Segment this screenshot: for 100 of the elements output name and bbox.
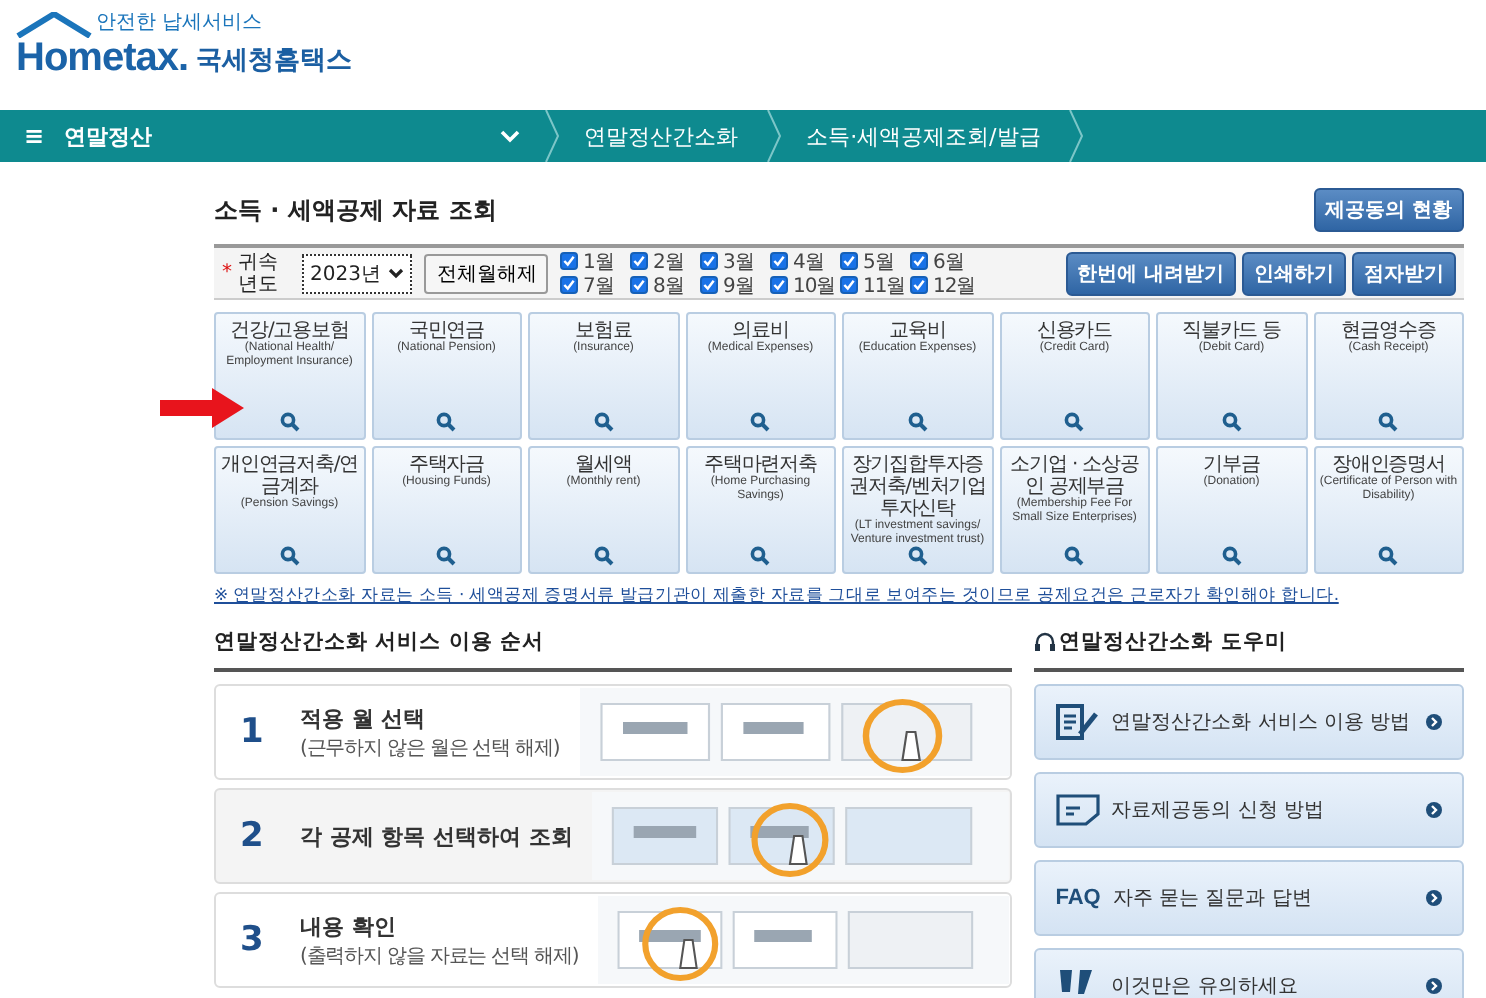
month-checkbox[interactable] (770, 276, 789, 294)
month-checkbox[interactable] (630, 252, 649, 270)
month-label: 10월 (792, 273, 836, 299)
menu-title[interactable]: 연말정산 (64, 121, 501, 151)
month-checkbox[interactable] (560, 252, 579, 270)
document-icon (1055, 794, 1100, 826)
month-label: 5월 (862, 249, 894, 275)
month-label: 7월 (582, 273, 614, 299)
breadcrumb-link[interactable]: 연말정산간소화 (560, 121, 767, 151)
step-title: 적용 월 선택 (300, 703, 428, 733)
category-title: 주택자금 (408, 454, 485, 476)
chevron-right-icon (1426, 978, 1442, 994)
search-icon[interactable] (750, 546, 771, 566)
category-title: 소기업 · 소상공인 공제부금 (1008, 454, 1141, 498)
action-button[interactable]: 한번에 내려받기 (1065, 251, 1236, 295)
month-checkbox[interactable] (630, 276, 649, 294)
search-icon[interactable] (907, 412, 928, 432)
search-icon[interactable] (907, 546, 928, 566)
category-title: 교육비 (889, 320, 946, 342)
chevron-right-icon (1426, 802, 1442, 818)
category-title: 월세액 (575, 454, 632, 476)
month-label: 11월 (862, 273, 906, 299)
help-link[interactable]: FAQ 자주 묻는 질문과 답변 (1033, 860, 1464, 936)
search-icon[interactable] (1221, 412, 1242, 432)
month-label: 6월 (932, 249, 964, 275)
category-title: 건강/고용보험 (230, 320, 349, 342)
breadcrumb-link[interactable]: 소득·세액공제조회/발급 (782, 121, 1069, 151)
breadcrumb-separator-icon (544, 110, 561, 162)
chevron-down-icon[interactable] (500, 129, 521, 143)
notice-link[interactable]: ※ 연말정산간소화 자료는 소득 · 세액공제 증명서류 발급기관이 제출한 자료를 그대로 보여주는 것이므로 공제요건은 근로자가 확인해야 합니다. (214, 584, 1464, 608)
chevron-right-icon (1426, 714, 1442, 730)
hometax-logo[interactable]: Hometax. (16, 36, 189, 82)
month-label: 2월 (652, 249, 684, 275)
menu-icon[interactable]: ≡ (24, 122, 45, 150)
search-icon[interactable] (593, 412, 614, 432)
breadcrumb-separator-icon (766, 110, 783, 162)
month-checkbox[interactable] (770, 252, 789, 270)
faq-label: FAQ (1055, 886, 1101, 910)
year-label: 귀속년도 (238, 251, 280, 295)
search-icon[interactable] (1378, 546, 1399, 566)
chevron-right-icon (1426, 890, 1442, 906)
month-label: 3월 (722, 249, 754, 275)
category-title: 장애인증명서 (1332, 454, 1445, 476)
step-title: 내용 확인 (300, 911, 398, 941)
search-icon[interactable] (593, 546, 614, 566)
category-title: 현금영수증 (1341, 320, 1436, 342)
help-link[interactable]: 연말정산간소화 서비스 이용 방법 (1033, 684, 1464, 760)
category-title: 직불카드 등 (1181, 320, 1282, 342)
category-title: 국민연금 (408, 320, 485, 342)
chevron-down-icon (388, 267, 405, 279)
guide-title: 연말정산간소화 서비스 이용 순서 (214, 628, 1012, 672)
category-title: 보험료 (575, 320, 632, 342)
search-icon[interactable] (1064, 412, 1085, 432)
category-title: 장기집합투자증권저축/벤처기업투자신탁 (846, 454, 989, 520)
house-roof-icon (16, 12, 92, 38)
search-icon[interactable] (750, 412, 771, 432)
month-checkbox[interactable] (840, 252, 859, 270)
month-label: 9월 (722, 273, 754, 299)
search-icon[interactable] (279, 546, 300, 566)
month-checkbox[interactable] (910, 252, 929, 270)
action-button[interactable]: 점자받기 (1352, 251, 1456, 295)
toggle-all-months-button[interactable]: 전체월해제 (424, 253, 549, 293)
step-number: 1 (240, 712, 266, 752)
category-title: 신용카드 (1036, 320, 1113, 342)
action-button[interactable]: 인쇄하기 (1242, 251, 1346, 295)
category-title: 의료비 (732, 320, 789, 342)
search-icon[interactable] (436, 412, 457, 432)
category-title: 기부금 (1203, 454, 1260, 476)
step-subtitle: (근무하지 않은 월은 선택 해제) (300, 735, 560, 761)
help-link[interactable]: 자료제공동의 신청 방법 (1033, 772, 1464, 848)
help-link-label: 연말정산간소화 서비스 이용 방법 (1111, 710, 1413, 736)
search-icon[interactable] (1064, 546, 1085, 566)
breadcrumb-separator-icon (1068, 110, 1085, 162)
step-number: 2 (240, 816, 266, 856)
search-icon[interactable] (436, 546, 457, 566)
month-label: 12월 (932, 273, 976, 299)
month-checkbox[interactable] (910, 276, 929, 294)
search-icon[interactable] (279, 412, 300, 432)
category-title: 주택마련저축 (704, 454, 817, 476)
month-label: 1월 (582, 249, 614, 275)
help-link-label: 이것만은 유의하세요 (1111, 974, 1300, 998)
month-checkbox[interactable] (840, 276, 859, 294)
search-icon[interactable] (1221, 546, 1242, 566)
required-mark: * (222, 262, 232, 284)
month-checkbox[interactable] (700, 276, 719, 294)
page-title: 소득 · 세액공제 자료 조회 (214, 193, 497, 227)
consent-status-button[interactable]: 제공동의 현황 (1313, 188, 1464, 232)
help-link-label: 자료제공동의 신청 방법 (1111, 798, 1327, 824)
help-link[interactable]: 이것만은 유의하세요 (1033, 948, 1464, 998)
step-subtitle: (출력하지 않을 자료는 선택 해제) (300, 943, 579, 969)
month-label: 4월 (792, 249, 824, 275)
year-select[interactable]: 2023년 (302, 253, 413, 293)
logo-tagline: 안전한 납세서비스 (96, 10, 263, 36)
category-title: 개인연금저축/연금계좌 (218, 454, 361, 498)
step-number: 3 (240, 920, 266, 960)
search-icon[interactable] (1378, 412, 1399, 432)
month-checkbox[interactable] (700, 252, 719, 270)
site-name: 국세청홈택스 (196, 44, 353, 80)
document-edit-icon (1055, 704, 1100, 740)
month-checkbox[interactable] (560, 276, 579, 294)
